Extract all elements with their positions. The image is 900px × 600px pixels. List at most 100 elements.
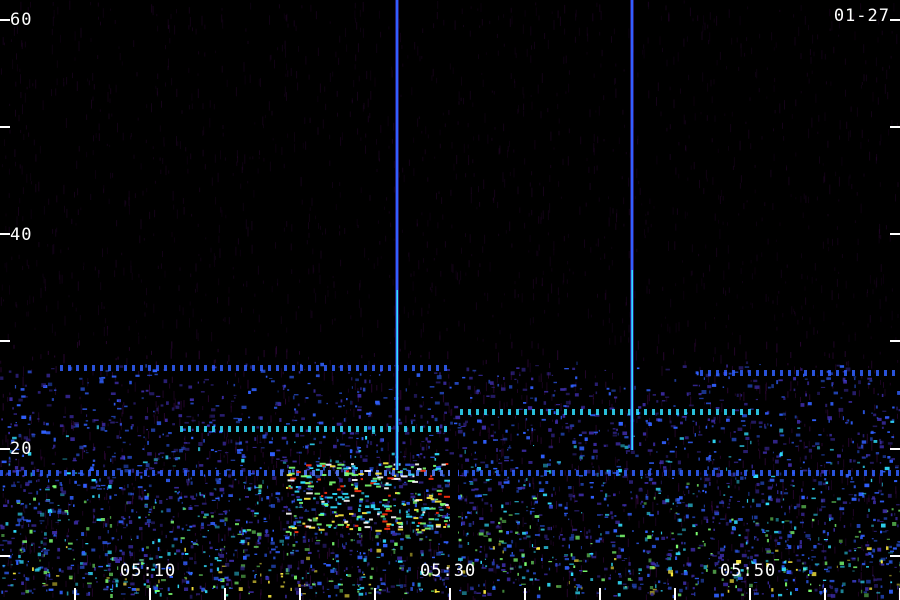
noise-speck: [74, 57, 76, 61]
noise-speck: [297, 361, 299, 365]
signal-speck: [229, 587, 233, 589]
signal-speck: [293, 394, 299, 396]
noise-speck: [473, 173, 475, 177]
signal-speck: [309, 586, 313, 589]
noise-speck: [596, 2, 598, 7]
signal-speck: [879, 462, 882, 464]
noise-speck: [146, 287, 147, 296]
signal-speck: [759, 425, 763, 428]
noise-speck: [137, 426, 139, 433]
noise-speck: [345, 501, 347, 506]
signal-speck: [158, 453, 161, 456]
noise-speck: [245, 219, 247, 230]
signal-speck: [438, 506, 443, 509]
noise-speck: [180, 400, 182, 411]
signal-speck: [36, 479, 38, 483]
noise-speck: [107, 423, 109, 427]
noise-speck: [287, 23, 289, 28]
signal-speck: [123, 527, 127, 529]
signal-speck: [59, 424, 64, 428]
noise-speck: [526, 48, 528, 57]
noise-speck: [533, 293, 535, 301]
signal-speck: [330, 552, 335, 554]
noise-speck: [801, 253, 802, 259]
noise-speck: [198, 254, 200, 257]
signal-speck: [726, 416, 731, 418]
signal-speck: [198, 442, 203, 446]
noise-speck: [560, 196, 562, 199]
signal-speck: [681, 541, 683, 545]
noise-speck: [883, 382, 884, 388]
signal-speck: [220, 551, 223, 554]
signal-speck: [791, 441, 794, 444]
noise-speck: [5, 213, 7, 217]
signal-speck: [275, 551, 280, 554]
noise-speck: [451, 142, 453, 149]
noise-speck: [879, 299, 881, 309]
noise-speck: [171, 232, 173, 237]
signal-speck: [337, 439, 339, 442]
signal-speck: [861, 440, 867, 444]
noise-speck: [790, 194, 792, 197]
signal-speck: [165, 455, 169, 460]
noise-speck: [154, 209, 156, 218]
signal-speck: [33, 588, 36, 591]
signal-speck: [614, 396, 618, 399]
signal-speck: [471, 488, 475, 492]
signal-speck: [475, 549, 478, 552]
signal-speck: [848, 549, 852, 552]
noise-speck: [529, 182, 531, 187]
noise-speck: [608, 265, 610, 271]
signal-speck: [720, 427, 725, 430]
noise-speck: [890, 325, 892, 329]
signal-speck: [679, 496, 683, 500]
noise-speck: [842, 322, 844, 326]
signal-speck: [303, 490, 306, 492]
noise-speck: [860, 203, 862, 214]
noise-speck: [293, 415, 295, 418]
signal-speck: [479, 529, 485, 533]
noise-speck: [833, 46, 835, 54]
signal-speck: [756, 435, 760, 438]
noise-speck: [222, 125, 224, 129]
noise-speck: [138, 549, 140, 552]
signal-speck: [750, 555, 753, 560]
signal-speck: [266, 496, 270, 500]
noise-speck: [338, 57, 340, 65]
signal-speck: [202, 535, 205, 538]
noise-speck: [867, 289, 868, 293]
signal-speck: [486, 395, 490, 397]
noise-speck: [650, 223, 652, 228]
signal-speck: [298, 506, 303, 508]
noise-speck: [384, 573, 386, 582]
signal-speck: [406, 501, 410, 505]
noise-speck: [61, 274, 63, 284]
signal-speck: [688, 503, 693, 508]
signal-speck: [228, 500, 230, 502]
noise-speck: [60, 249, 62, 254]
signal-speck: [510, 459, 514, 462]
signal-speck: [684, 494, 686, 496]
signal-speck: [738, 534, 741, 537]
noise-speck: [332, 517, 334, 521]
noise-speck: [778, 290, 780, 294]
noise-speck: [467, 144, 469, 149]
noise-speck: [43, 276, 45, 284]
noise-speck: [323, 487, 325, 494]
noise-speck: [221, 65, 223, 73]
noise-speck: [491, 90, 493, 93]
signal-speck: [395, 560, 398, 562]
noise-speck: [498, 352, 500, 363]
signal-speck: [843, 525, 846, 528]
noise-speck: [22, 376, 24, 387]
signal-speck: [2, 565, 6, 567]
signal-speck: [612, 551, 617, 554]
signal-speck: [713, 459, 715, 461]
signal-speck: [112, 584, 114, 589]
noise-speck: [116, 528, 118, 533]
noise-speck: [716, 15, 718, 26]
signal-speck: [347, 506, 353, 510]
noise-speck: [0, 297, 2, 306]
noise-speck: [716, 479, 718, 484]
noise-speck: [451, 224, 453, 229]
